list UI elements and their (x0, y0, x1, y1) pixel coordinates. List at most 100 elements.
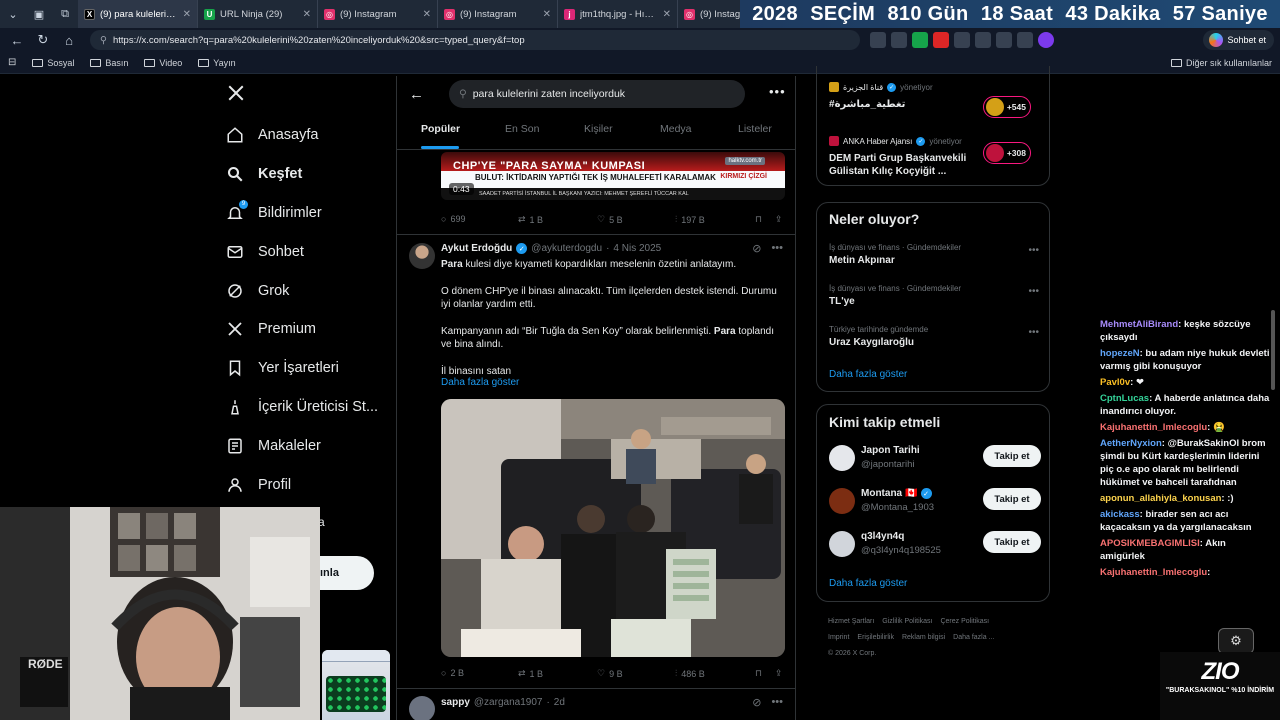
post-button[interactable]: ınla (318, 556, 374, 590)
close-tab-icon[interactable]: ✕ (183, 9, 191, 20)
search-input[interactable]: ⚲ para kulelerini zaten inceliyorduk (449, 80, 745, 108)
nav-item-x-premium[interactable]: Premium (226, 320, 316, 338)
tab-media[interactable]: Medya (660, 123, 692, 135)
chat-username[interactable]: MehmetAliBirand (1100, 319, 1178, 330)
more-options-icon[interactable]: ••• (1028, 245, 1039, 256)
x-logo-icon[interactable] (227, 84, 245, 102)
suggested-user-name[interactable]: Montana 🇨🇦 ✓ (861, 488, 932, 499)
close-tab-icon[interactable]: ✕ (543, 9, 551, 20)
bookmarks-menu-icon[interactable]: ⊟ (8, 57, 16, 68)
listener-count-badge[interactable]: +308 (982, 142, 1031, 164)
show-more-link[interactable]: Daha fazla göster (441, 377, 519, 388)
bookmark-folder-basin[interactable]: Basın (90, 58, 128, 68)
footer-link[interactable]: © 2026 X Corp. (828, 650, 876, 657)
footer-link[interactable]: Daha fazla ... (953, 634, 994, 641)
browser-tab[interactable]: X (9) para kulelerini zaten ✕ (78, 0, 198, 28)
bookmark-button[interactable]: ⊓ (755, 668, 762, 679)
chat-username[interactable]: hopezeN (1100, 348, 1140, 359)
follow-button[interactable]: Takip et (983, 445, 1041, 467)
browser-essentials-icon[interactable] (1017, 32, 1033, 48)
more-options-icon[interactable]: ••• (1028, 286, 1039, 297)
extension-icon[interactable] (975, 32, 991, 48)
workspaces-icon[interactable]: ▣ (26, 0, 52, 28)
nav-item-article[interactable]: Makaleler (226, 437, 321, 455)
bookmark-folder-sosyal[interactable]: Sosyal (32, 58, 74, 68)
bookmark-button[interactable]: ⊓ (755, 214, 762, 225)
back-icon[interactable]: ← (6, 30, 28, 50)
tab-people[interactable]: Kişiler (584, 123, 613, 135)
avatar[interactable] (829, 445, 855, 471)
post-date[interactable]: 2d (554, 697, 565, 708)
tab-lists[interactable]: Listeler (738, 123, 772, 135)
nav-item-creator-studio[interactable]: İçerik Üreticisi St... (226, 398, 378, 416)
chat-settings-icon[interactable]: ⚙ (1218, 628, 1254, 654)
share-button[interactable]: ⇪ (775, 214, 783, 225)
chat-username[interactable]: AetherNyxion (1100, 438, 1162, 449)
follow-show-more[interactable]: Daha fazla göster (829, 578, 907, 589)
more-options-icon[interactable]: ••• (769, 84, 786, 99)
more-options-icon[interactable]: ••• (771, 242, 783, 255)
post-video-thumbnail[interactable]: CHP'YE "PARA SAYMA" KUMPASI halktv.com.t… (441, 152, 785, 200)
views-button[interactable]: ⫶ 197 B (675, 214, 705, 225)
avatar[interactable] (829, 488, 855, 514)
repost-button[interactable]: ⇄ 1 B (518, 214, 543, 225)
avatar[interactable] (829, 531, 855, 557)
chat-username[interactable]: CptnLucas (1100, 393, 1149, 404)
chat-username[interactable]: Kajuhanettin_Imlecoglu (1100, 567, 1207, 578)
views-button[interactable]: ⫶ 486 B (675, 668, 705, 679)
follow-button[interactable]: Takip et (983, 488, 1041, 510)
tab-popular[interactable]: Popüler (421, 123, 460, 135)
nav-item-profile[interactable]: Profil (226, 476, 291, 494)
extension-icon[interactable] (954, 32, 970, 48)
post-image[interactable] (441, 399, 785, 657)
extension-icon[interactable] (912, 32, 928, 48)
extension-icon[interactable] (891, 32, 907, 48)
browser-tab[interactable]: ◎ (9) Instagram ✕ (438, 0, 558, 28)
tab-actions-icon[interactable]: ⌄ (0, 0, 26, 28)
suggested-user-name[interactable]: Japon Tarihi (861, 445, 920, 456)
address-bar[interactable]: ⚲ https://x.com/search?q=para%20kuleleri… (90, 30, 860, 50)
post-date[interactable]: 4 Nis 2025 (613, 243, 661, 254)
trending-item[interactable]: Türkiye tarihinde gündemde Uraz Kaygılaro… (829, 325, 1039, 348)
favorites-icon[interactable] (996, 32, 1012, 48)
share-button[interactable]: ⇪ (775, 668, 783, 679)
chat-username[interactable]: Pavl0v (1100, 377, 1130, 388)
close-tab-icon[interactable]: ✕ (423, 9, 431, 20)
nav-item-mail[interactable]: Sohbet (226, 243, 304, 261)
profile-avatar-icon[interactable] (1038, 32, 1054, 48)
like-button[interactable]: ♡ 5 B (597, 214, 623, 225)
reply-button[interactable]: ○ 699 (441, 214, 465, 224)
trending-show-more[interactable]: Daha fazla göster (829, 369, 907, 380)
author-name[interactable]: Aykut Erdoğdu (441, 243, 512, 254)
nav-item-bookmark[interactable]: Yer İşaretleri (226, 359, 339, 377)
back-arrow-icon[interactable]: ← (409, 86, 424, 103)
browser-tab[interactable]: j jtm1thq.jpg - Hızlı Resim ✕ (558, 0, 678, 28)
footer-link[interactable]: Hizmet Şartları (828, 618, 874, 625)
vertical-tabs-icon[interactable]: ⧉ (52, 0, 78, 28)
close-tab-icon[interactable]: ✕ (303, 9, 311, 20)
footer-link[interactable]: Imprint (828, 634, 849, 641)
other-bookmarks[interactable]: Diğer sık kullanılanlar (1170, 58, 1272, 68)
nav-item-home[interactable]: Anasayfa (226, 126, 318, 144)
chat-username[interactable]: akickass (1100, 509, 1140, 520)
footer-link[interactable]: Reklam bilgisi (902, 634, 945, 641)
follow-button[interactable]: Takip et (983, 531, 1041, 553)
reply-button[interactable]: ○ 2 B (441, 668, 464, 678)
author-handle[interactable]: @aykuterdogdu (531, 243, 602, 254)
listener-count-badge[interactable]: +545 (982, 96, 1031, 118)
site-info-icon[interactable]: ⚲ (100, 35, 107, 46)
bookmark-folder-yayin[interactable]: Yayın (198, 58, 236, 68)
footer-link[interactable]: Erişilebilirlik (857, 634, 894, 641)
nav-item-bell[interactable]: 9 Bildirimler (226, 200, 322, 222)
browser-tab[interactable]: ◎ (9) Instagram ✕ (318, 0, 438, 28)
close-tab-icon[interactable]: ✕ (663, 9, 671, 20)
trending-item[interactable]: İş dünyası ve finans · Gündemdekiler TL'y… (829, 284, 1039, 307)
grok-icon[interactable]: ⊘ (752, 696, 761, 709)
tab-latest[interactable]: En Son (505, 123, 539, 135)
footer-link[interactable]: Çerez Politikası (940, 618, 989, 625)
avatar[interactable] (409, 696, 435, 720)
more-options-icon[interactable]: ••• (771, 696, 783, 709)
chat-username[interactable]: APOSIKMEBAGIMLISI (1100, 538, 1200, 549)
repost-button[interactable]: ⇄ 1 B (518, 668, 543, 679)
extension-icon[interactable] (870, 32, 886, 48)
